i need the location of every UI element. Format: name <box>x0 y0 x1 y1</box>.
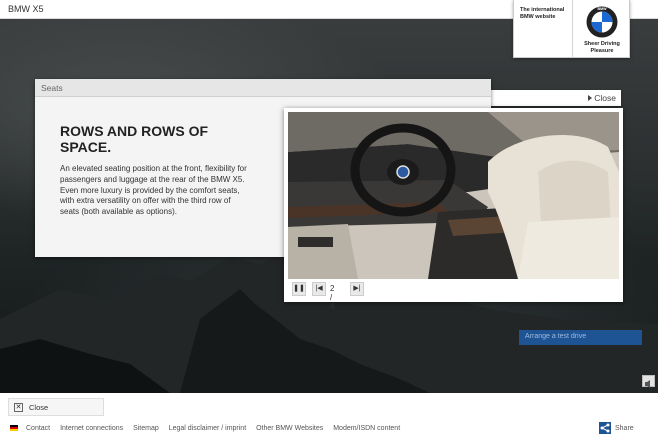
footer-links: Contact Internet connections Sitemap Leg… <box>26 425 408 432</box>
panel-close-button[interactable]: Close <box>588 93 616 103</box>
test-drive-button[interactable]: Arrange a test drive <box>519 330 642 345</box>
panel-close-label: Close <box>594 93 616 103</box>
germany-flag-icon[interactable] <box>10 425 18 431</box>
footer-link-legal[interactable]: Legal disclaimer / imprint <box>169 425 246 432</box>
footer-link-other-websites[interactable]: Other BMW Websites <box>256 425 323 432</box>
panel-tab-label: Seats <box>41 83 63 93</box>
bmw-logo-icon[interactable]: BMW <box>586 6 618 38</box>
brand-slogan: Sheer Driving Pleasure <box>584 41 620 54</box>
footer-link-contact[interactable]: Contact <box>26 425 50 432</box>
footer: ✕ Close Contact Internet connections Sit… <box>0 393 658 438</box>
triangle-right-icon <box>588 95 593 101</box>
international-website-link[interactable]: The international BMW website <box>520 7 568 21</box>
pause-icon[interactable]: ❚❚ <box>292 282 306 296</box>
close-icon: ✕ <box>14 403 23 412</box>
image-gallery: ❚❚ |◀ 2 / 4 ▶| <box>284 108 623 311</box>
brand-divider <box>572 0 573 58</box>
footer-close-label: Close <box>29 403 49 412</box>
skip-forward-icon[interactable]: ▶| <box>350 282 364 296</box>
svg-text:BMW: BMW <box>598 7 608 11</box>
speaker-icon[interactable] <box>642 375 655 388</box>
panel-heading: ROWS AND ROWS OF SPACE. <box>60 123 209 155</box>
panel-body-text: An elevated seating position at the fron… <box>60 164 247 217</box>
car-interior-illustration <box>288 112 619 279</box>
interior-photo[interactable] <box>288 112 619 279</box>
gallery-close-bar: Close <box>491 90 621 106</box>
logo-letters: BMW <box>598 7 608 11</box>
share-icon <box>599 422 611 434</box>
footer-close-button[interactable]: ✕ Close <box>8 398 104 416</box>
share-button[interactable]: Share <box>599 422 634 434</box>
share-label: Share <box>615 424 634 432</box>
brand-box[interactable]: The international BMW website BMW Sheer … <box>513 0 630 58</box>
footer-link-modem-isdn[interactable]: Modem/ISDN content <box>333 425 400 432</box>
footer-link-sitemap[interactable]: Sitemap <box>133 425 159 432</box>
panel-tab-bar: Seats <box>35 79 491 97</box>
gallery-counter: 2 / 4 <box>330 284 335 311</box>
footer-link-internet-connections[interactable]: Internet connections <box>60 425 123 432</box>
skip-back-icon[interactable]: |◀ <box>312 282 326 296</box>
page-title: BMW X5 <box>8 4 44 14</box>
